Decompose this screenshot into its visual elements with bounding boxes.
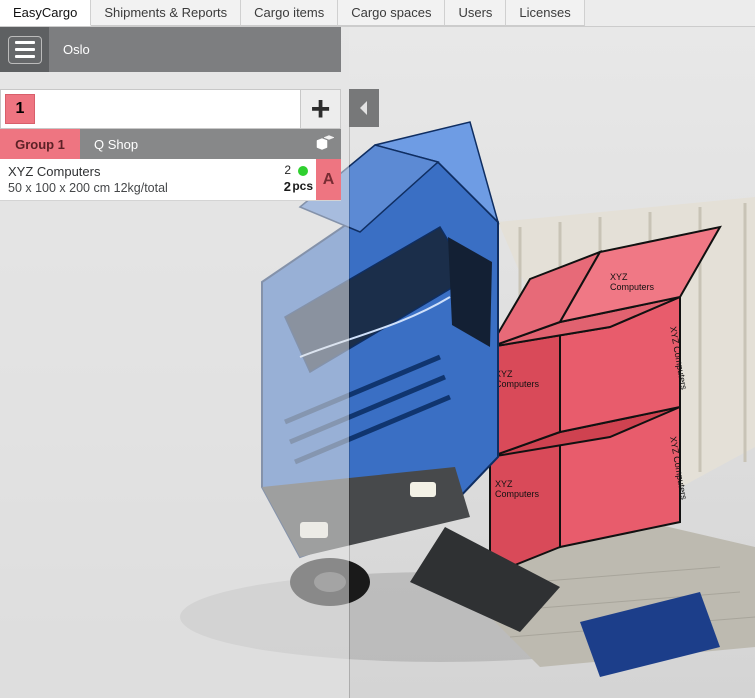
- tab-licenses[interactable]: Licenses: [506, 0, 584, 26]
- tab-cargo-spaces[interactable]: Cargo spaces: [338, 0, 445, 26]
- collapse-panel-button[interactable]: [349, 89, 379, 127]
- tab-shipments[interactable]: Shipments & Reports: [91, 0, 241, 26]
- svg-text:Computers: Computers: [495, 379, 540, 389]
- group-number-row: 1 +: [0, 89, 341, 129]
- menu-toggle-button[interactable]: [0, 27, 49, 72]
- chevron-left-icon: [358, 100, 370, 116]
- group-tab-active[interactable]: Group 1: [0, 129, 80, 159]
- group-tab-secondary[interactable]: Q Shop: [80, 129, 341, 159]
- group-secondary-label: Q Shop: [94, 137, 138, 152]
- group-tabs: Group 1 Q Shop: [0, 129, 341, 159]
- cargo-item-loaded-count: 2: [284, 163, 291, 177]
- pcs-label: pcs: [292, 179, 313, 193]
- svg-text:Computers: Computers: [495, 489, 540, 499]
- svg-text:Computers: Computers: [610, 282, 655, 292]
- panel-divider: [349, 127, 350, 698]
- cargo-item-row[interactable]: XYZ Computers 50 x 100 x 200 cm 12kg/tot…: [0, 159, 341, 201]
- shipment-name[interactable]: Oslo: [49, 27, 341, 72]
- main-menubar: EasyCargo Shipments & Reports Cargo item…: [0, 0, 755, 27]
- hamburger-icon: [8, 36, 42, 64]
- add-group-button[interactable]: +: [300, 90, 340, 128]
- status-dot-icon: [298, 166, 308, 176]
- packages-icon: [315, 134, 335, 155]
- tab-easycargo[interactable]: EasyCargo: [0, 0, 91, 26]
- svg-text:XYZ: XYZ: [495, 479, 513, 489]
- side-panel: Oslo 1 + Group 1 Q Shop XYZ Computer: [0, 27, 341, 201]
- cargo-item-action-button[interactable]: A: [316, 159, 341, 200]
- svg-text:XYZ: XYZ: [610, 272, 628, 282]
- group-number-badge[interactable]: 1: [5, 94, 35, 124]
- cargo-item-total-count: 2: [284, 179, 291, 194]
- tab-cargo-items[interactable]: Cargo items: [241, 0, 338, 26]
- shipment-titlebar: Oslo: [0, 27, 341, 72]
- tab-users[interactable]: Users: [445, 0, 506, 26]
